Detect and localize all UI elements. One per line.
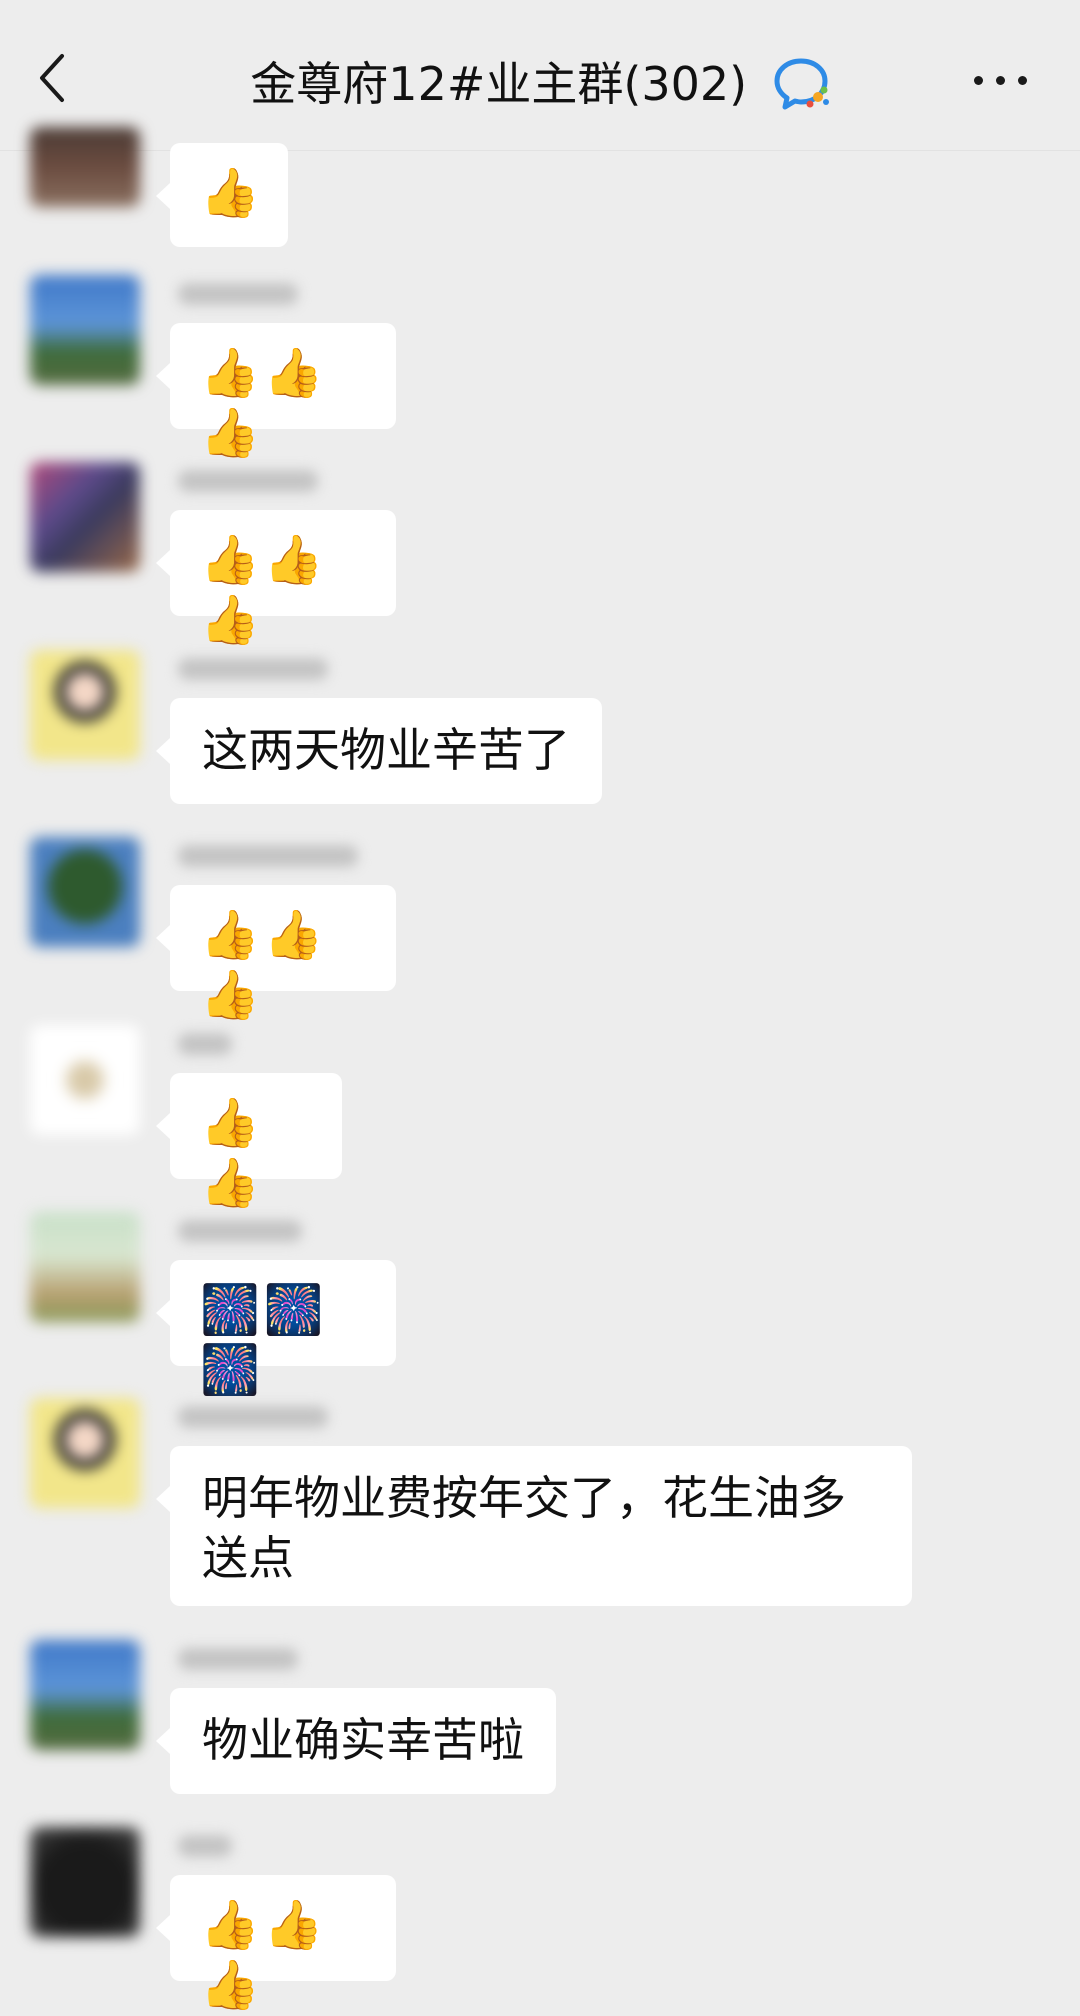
group-chat-icon — [774, 58, 829, 109]
message-bubble[interactable]: 👍👍👍 — [156, 323, 396, 461]
message-bubble[interactable]: 👍 — [156, 143, 288, 247]
message-bubble[interactable]: 明年物业费按年交了，花生油多送点 — [156, 1446, 912, 1606]
avatar[interactable] — [30, 837, 140, 947]
avatar[interactable] — [30, 1025, 140, 1135]
sender-name — [178, 1648, 298, 1670]
avatar[interactable] — [30, 1212, 140, 1322]
message-bubble[interactable]: 这两天物业辛苦了 — [156, 698, 602, 804]
message-bubble[interactable]: 物业确实幸苦啦 — [156, 1688, 556, 1794]
message-bubble[interactable]: 👍👍👍 — [156, 1875, 396, 2013]
chat-title: 金尊府12#业主群(302) — [250, 56, 748, 111]
sender-name — [178, 845, 358, 867]
avatar[interactable] — [30, 127, 140, 207]
avatar[interactable] — [30, 275, 140, 385]
sender-name — [178, 1033, 232, 1055]
avatar[interactable] — [30, 462, 140, 572]
sender-name — [178, 1220, 302, 1242]
sender-name — [178, 283, 298, 305]
message-bubble[interactable]: 🎆🎆🎆 — [156, 1260, 396, 1398]
sender-name — [178, 470, 318, 492]
avatar[interactable] — [30, 1640, 140, 1750]
message-bubble[interactable]: 👍👍👍 — [156, 510, 396, 648]
avatar[interactable] — [30, 650, 140, 760]
avatar[interactable] — [30, 1398, 140, 1508]
message-bubble[interactable]: 👍👍👍 — [156, 885, 396, 1023]
chat-title-area: 金尊府12#业主群(302) — [0, 50, 1080, 114]
sender-name — [178, 658, 328, 680]
message-bubble[interactable]: 👍👍 — [156, 1073, 342, 1211]
avatar[interactable] — [30, 1827, 140, 1937]
more-button[interactable] — [972, 62, 1032, 98]
sender-name — [178, 1406, 328, 1428]
sender-name — [178, 1835, 232, 1857]
top-bar: 金尊府12#业主群(302) — [0, 0, 1080, 151]
